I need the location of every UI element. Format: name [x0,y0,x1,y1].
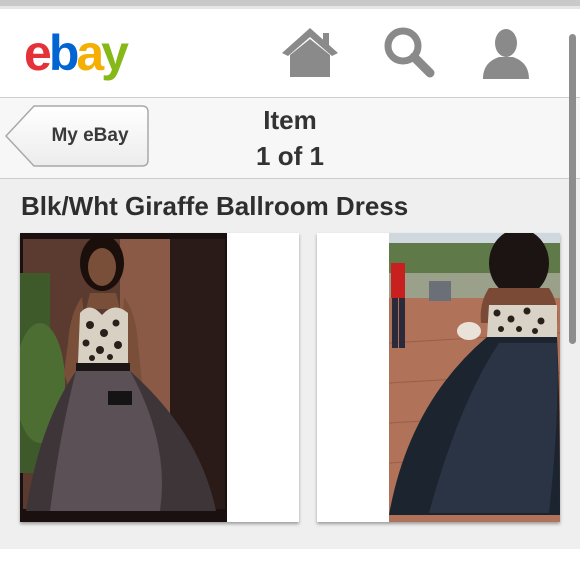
home-icon[interactable] [280,23,340,83]
page-title-line2: 1 of 1 [256,141,324,171]
logo-letter-b: b [48,25,79,81]
app-header: ebay [0,9,580,98]
search-icon[interactable] [378,23,438,83]
logo-letter-y: y [101,25,129,81]
navigation-bar: My eBay Item 1 of 1 [0,98,580,179]
photo-card-2[interactable] [317,233,560,522]
photo-card-1[interactable] [20,233,299,522]
ebay-logo[interactable]: ebay [24,23,129,83]
scrollbar[interactable] [569,34,576,344]
dress-front-photo [20,233,227,522]
logo-letter-a: a [76,25,104,81]
item-title: Blk/Wht Giraffe Ballroom Dress [21,191,409,221]
page-title: Item 1 of 1 [190,102,390,174]
dress-back-photo [389,233,560,522]
back-button-label: My eBay [51,125,129,146]
page-title-line1: Item [263,105,317,135]
user-icon[interactable] [476,23,536,83]
logo-letter-e: e [24,25,52,81]
back-button[interactable]: My eBay [4,104,150,168]
item-content: Blk/Wht Giraffe Ballroom Dress [0,179,580,580]
bottom-area [0,549,580,580]
